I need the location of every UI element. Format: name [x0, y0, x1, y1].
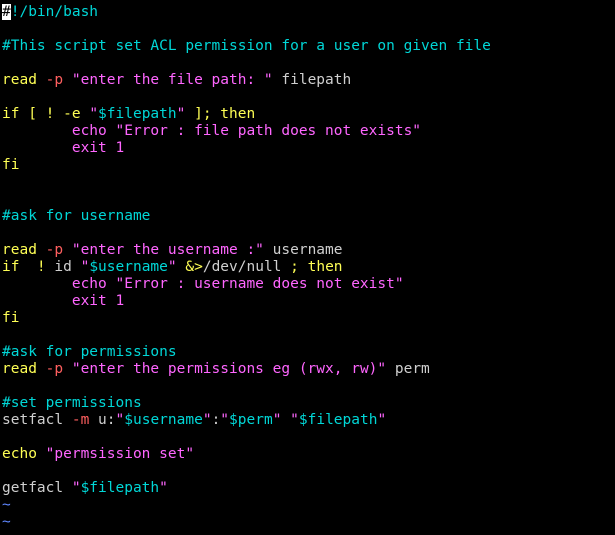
- keyword: if [ ! -e: [2, 106, 90, 122]
- keyword: echo: [2, 446, 46, 462]
- string-literal: ": [89, 106, 99, 122]
- code-line[interactable]: exit 1: [2, 140, 615, 157]
- empty-buffer-line[interactable]: ~: [2, 497, 615, 514]
- code-line[interactable]: if [ ! -e "$filepath" ]; then: [2, 106, 615, 123]
- code-line[interactable]: ​: [2, 21, 615, 38]
- keyword: fi: [2, 157, 20, 173]
- comment-text: #ask for permissions: [2, 344, 177, 360]
- code-token: setfacl: [2, 412, 72, 428]
- code-token: /dev/null: [202, 259, 291, 275]
- code-line[interactable]: ​: [2, 191, 615, 208]
- string-literal: ": [290, 412, 299, 428]
- variable-reference: $perm: [229, 412, 273, 428]
- variable-reference: $filepath: [98, 106, 177, 122]
- keyword: read: [2, 242, 46, 258]
- code-line[interactable]: read -p "enter the file path: " filepath: [2, 72, 615, 89]
- keyword: read: [2, 361, 46, 377]
- string-literal: ": [115, 412, 125, 428]
- variable-reference: $filepath: [298, 412, 378, 428]
- code-line[interactable]: setfacl -m u:"$username":"$perm" "$filep…: [2, 412, 615, 429]
- code-token: echo: [71, 276, 116, 292]
- code-line[interactable]: getfacl "$filepath": [2, 480, 615, 497]
- string-literal: ": [377, 412, 387, 428]
- code-line[interactable]: ​: [2, 89, 615, 106]
- code-line[interactable]: echo "Error : username does not exist": [2, 276, 615, 293]
- keyword: ; then: [290, 259, 343, 275]
- string-literal: ": [220, 412, 230, 428]
- string-literal: "enter the username :": [71, 242, 264, 258]
- code-line[interactable]: ​: [2, 463, 615, 480]
- text-cursor: #: [2, 4, 11, 20]
- code-token: exit: [71, 293, 116, 309]
- keyword: if !: [2, 259, 55, 275]
- code-token: getfacl: [2, 480, 72, 496]
- keyword: ]; then: [185, 106, 256, 122]
- code-line[interactable]: ​: [2, 327, 615, 344]
- string-literal: ": [71, 480, 81, 496]
- string-literal: ": [202, 412, 212, 428]
- code-token: perm: [386, 361, 430, 377]
- comment-text: !/bin/bash: [10, 4, 99, 20]
- code-line[interactable]: exit 1: [2, 293, 615, 310]
- tilde-marker: ~: [2, 514, 11, 530]
- variable-reference: $username: [124, 412, 203, 428]
- string-literal: ": [159, 480, 168, 496]
- code-token: id: [54, 259, 81, 275]
- code-token: u:: [89, 412, 116, 428]
- code-token: 1: [115, 140, 125, 156]
- code-line[interactable]: #This script set ACL permission for a us…: [2, 38, 615, 55]
- code-line[interactable]: ​: [2, 174, 615, 191]
- keyword: &>: [185, 259, 203, 275]
- code-token: :: [211, 412, 221, 428]
- code-line[interactable]: ​: [2, 225, 615, 242]
- string-literal: "permsission set": [45, 446, 195, 462]
- comment-text: #set permissions: [2, 395, 142, 411]
- code-line[interactable]: #set permissions: [2, 395, 615, 412]
- terminal-editor[interactable]: #!/bin/bash​#This script set ACL permiss…: [0, 0, 615, 535]
- comment-text: #ask for username: [2, 208, 151, 224]
- code-token: echo: [71, 123, 116, 139]
- code-token: -p: [45, 361, 64, 377]
- string-literal: "enter the permissions eg (rwx, rw)": [71, 361, 387, 377]
- code-line[interactable]: #!/bin/bash: [2, 4, 615, 21]
- string-literal: "enter the file path: ": [71, 72, 273, 88]
- code-token: -p: [45, 242, 64, 258]
- variable-reference: $filepath: [80, 480, 160, 496]
- code-token: -p: [45, 72, 64, 88]
- comment-text: #This script set ACL permission for a us…: [2, 38, 491, 54]
- code-line[interactable]: read -p "enter the permissions eg (rwx, …: [2, 361, 615, 378]
- code-line[interactable]: #ask for username: [2, 208, 615, 225]
- variable-reference: $username: [89, 259, 168, 275]
- code-line[interactable]: echo "permsission set": [2, 446, 615, 463]
- keyword: fi: [2, 310, 20, 326]
- string-literal: ": [167, 259, 177, 275]
- empty-buffer-line[interactable]: ~: [2, 514, 615, 531]
- keyword: read: [2, 72, 46, 88]
- code-line[interactable]: fi: [2, 310, 615, 327]
- code-token: username: [263, 242, 343, 258]
- code-token: 1: [115, 293, 125, 309]
- code-token: filepath: [272, 72, 352, 88]
- string-literal: "Error : file path does not exists": [115, 123, 422, 139]
- string-literal: "Error : username does not exist": [115, 276, 404, 292]
- code-token: -m: [71, 412, 90, 428]
- code-line[interactable]: ​: [2, 55, 615, 72]
- code-line[interactable]: if ! id "$username" &>/dev/null ; then: [2, 259, 615, 276]
- code-token: exit: [71, 140, 116, 156]
- code-line[interactable]: #ask for permissions: [2, 344, 615, 361]
- code-line[interactable]: ​: [2, 378, 615, 395]
- code-line[interactable]: echo "Error : file path does not exists": [2, 123, 615, 140]
- code-line[interactable]: read -p "enter the username :" username: [2, 242, 615, 259]
- tilde-marker: ~: [2, 497, 11, 513]
- code-line[interactable]: ​: [2, 429, 615, 446]
- code-line[interactable]: fi: [2, 157, 615, 174]
